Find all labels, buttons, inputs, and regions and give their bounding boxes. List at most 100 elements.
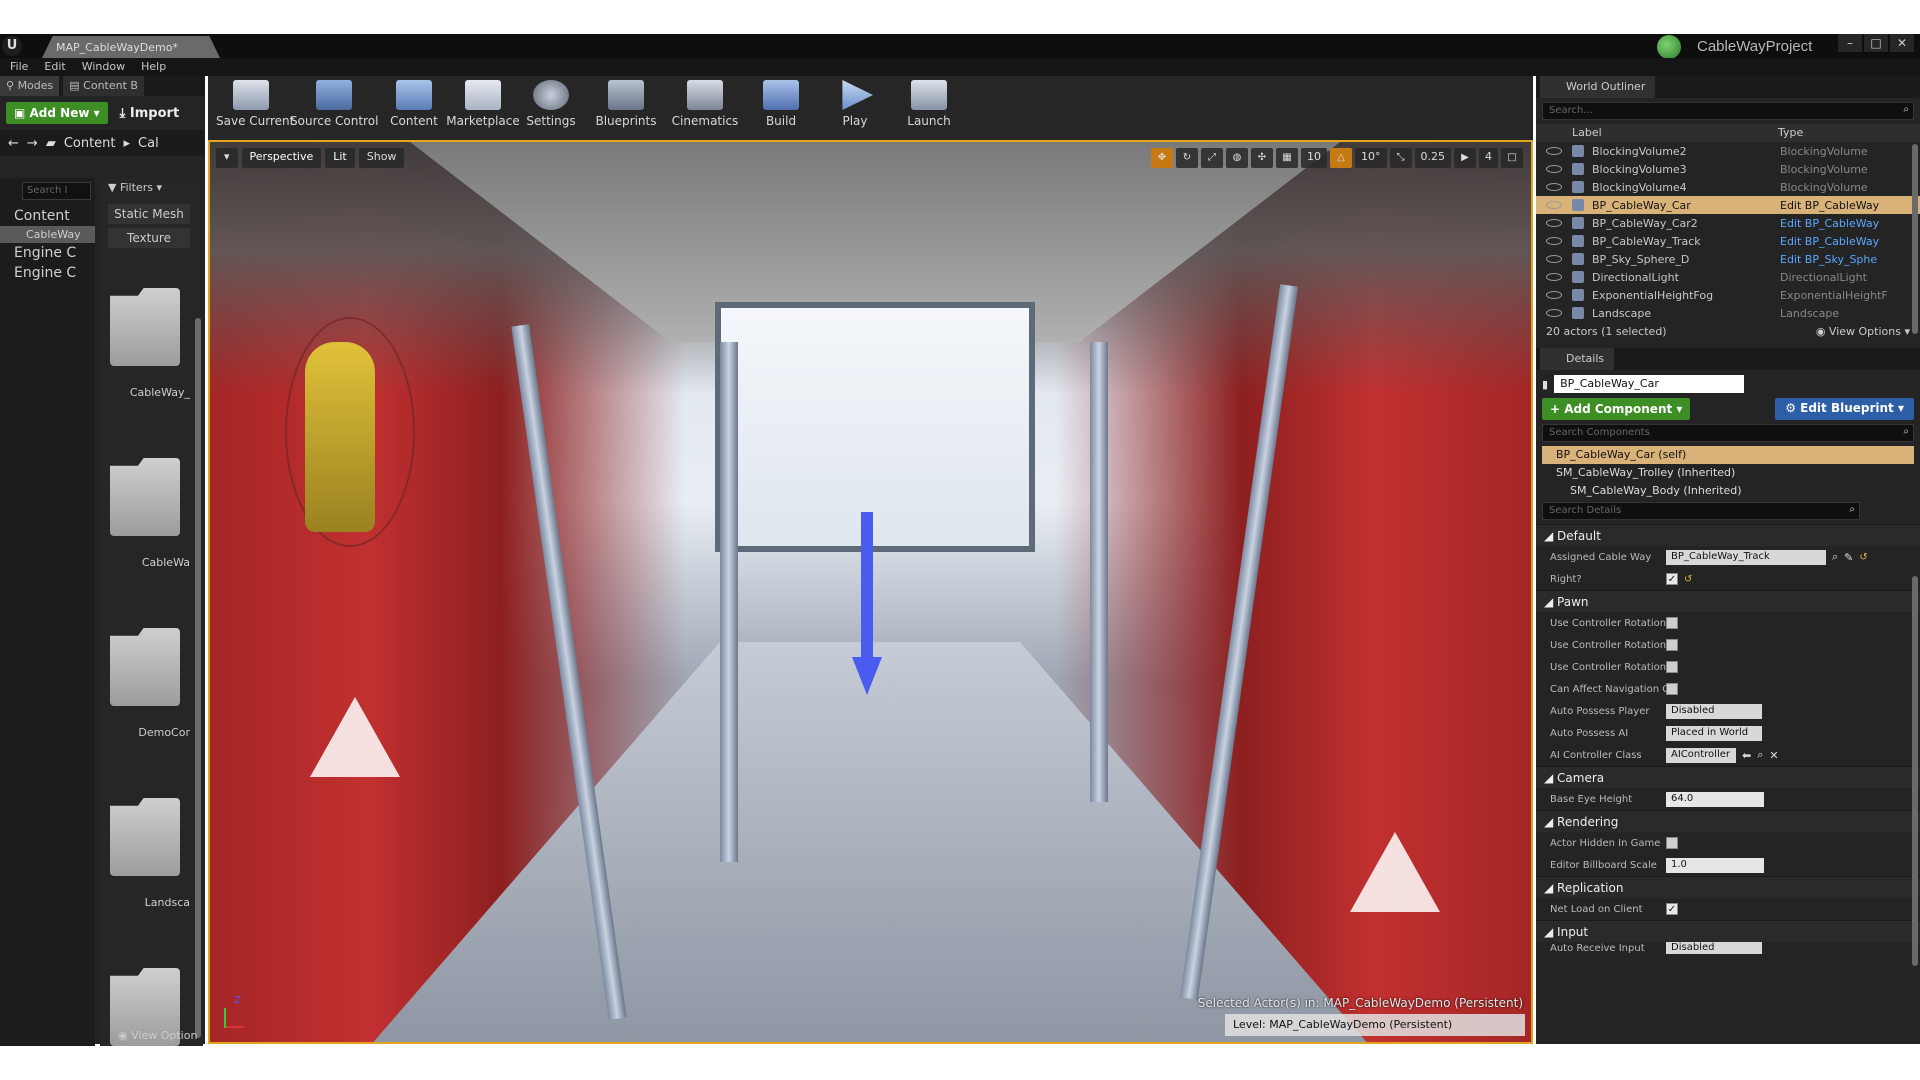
actor-name-input[interactable]: BP_CableWay_Car xyxy=(1554,375,1745,393)
outliner-row[interactable]: BP_Sky_Sphere_D Edit BP_Sky_Sphe xyxy=(1536,250,1920,268)
use-selected-icon[interactable]: ⬅ xyxy=(1742,749,1751,762)
lit-button[interactable]: Lit xyxy=(325,148,355,168)
outliner-row[interactable]: BlockingVolume4 BlockingVolume xyxy=(1536,178,1920,196)
net-load-checkbox[interactable]: ✓ xyxy=(1666,903,1678,915)
visibility-eye-icon[interactable] xyxy=(1546,255,1562,263)
category-replication[interactable]: ◢ Replication xyxy=(1536,876,1920,898)
assigned-cable-way-dropdown[interactable]: BP_CableWay_Track xyxy=(1666,549,1826,565)
forward-arrow-icon[interactable]: → xyxy=(27,136,38,151)
back-arrow-icon[interactable]: ← xyxy=(8,136,19,151)
visibility-eye-icon[interactable] xyxy=(1546,219,1562,227)
add-new-button[interactable]: ▣ Add New ▾ xyxy=(6,102,108,124)
edit-blueprint-button[interactable]: ⚙ Edit Blueprint ▾ xyxy=(1775,398,1914,420)
map-document-tab[interactable]: MAP_CableWayDemo* xyxy=(42,36,220,58)
category-default[interactable]: ◢ Default xyxy=(1536,524,1920,546)
eyedropper-icon[interactable]: ✎ xyxy=(1844,551,1853,564)
maximize-viewport-icon[interactable]: □ xyxy=(1501,148,1523,168)
marketplace-button[interactable]: Marketplace xyxy=(446,80,520,128)
asset-scrollbar[interactable] xyxy=(195,318,201,1038)
outliner-scrollbar[interactable] xyxy=(1912,144,1918,334)
filter-chip-texture[interactable]: Texture xyxy=(108,228,190,248)
search-components-input[interactable]: Search Components ⌕ xyxy=(1542,424,1914,442)
viewport-menu-button[interactable]: ▾ xyxy=(216,148,238,168)
blueprints-button[interactable]: Blueprints xyxy=(588,80,664,128)
visibility-eye-icon[interactable] xyxy=(1546,165,1562,173)
tab-world-outliner[interactable]: World Outliner xyxy=(1540,76,1656,98)
tree-item-engine-cpp[interactable]: Engine C xyxy=(0,263,95,283)
category-rendering[interactable]: ◢ Rendering xyxy=(1536,810,1920,832)
minimize-button[interactable]: – xyxy=(1838,34,1862,52)
edit-blueprint-link[interactable]: Edit BP_Sky_Sphe xyxy=(1780,253,1877,266)
filter-chip-static-mesh[interactable]: Static Mesh xyxy=(108,204,190,224)
level-viewport[interactable]: ▾ Perspective Lit Show ✥ ↻ ⤢ ◍ ✣ ▦ 10 △ … xyxy=(208,140,1533,1044)
scale-snap-value[interactable]: 0.25 xyxy=(1414,148,1451,168)
outliner-row[interactable]: ExponentialHeightFog ExponentialHeightF xyxy=(1536,286,1920,304)
component-trolley[interactable]: SM_CableWay_Trolley (Inherited) xyxy=(1536,464,1920,482)
outliner-row[interactable]: BP_CableWay_Car2 Edit BP_CableWay xyxy=(1536,214,1920,232)
tab-details[interactable]: Details xyxy=(1540,348,1615,370)
outliner-row[interactable]: BlockingVolume2 BlockingVolume xyxy=(1536,142,1920,160)
menu-help[interactable]: Help xyxy=(141,58,166,76)
visibility-eye-icon[interactable] xyxy=(1546,273,1562,281)
component-body[interactable]: SM_CableWay_Body (Inherited) xyxy=(1536,482,1920,500)
rotation-snap-value[interactable]: 10° xyxy=(1355,148,1387,168)
launch-button[interactable]: Launch xyxy=(896,80,962,128)
visibility-eye-icon[interactable] xyxy=(1546,183,1562,191)
tree-item-content[interactable]: Content xyxy=(0,206,95,226)
maximize-button[interactable]: □ xyxy=(1864,34,1888,52)
ai-controller-dropdown[interactable]: AIController xyxy=(1666,747,1736,763)
ucr-yaw-checkbox[interactable] xyxy=(1666,639,1678,651)
outliner-row[interactable]: BlockingVolume3 BlockingVolume xyxy=(1536,160,1920,178)
auto-possess-player-dropdown[interactable]: Disabled xyxy=(1666,703,1762,719)
billboard-scale-input[interactable]: 1.0 xyxy=(1666,857,1764,873)
column-type[interactable]: Type xyxy=(1778,126,1803,142)
character-mesh[interactable] xyxy=(305,342,375,532)
category-camera[interactable]: ◢ Camera xyxy=(1536,766,1920,788)
asset-view-options[interactable]: ◉ View Option xyxy=(118,1029,197,1042)
scale-icon[interactable]: ⤢ xyxy=(1201,148,1223,168)
can-affect-nav-checkbox[interactable] xyxy=(1666,683,1678,695)
edit-blueprint-link[interactable]: Edit BP_CableWay xyxy=(1780,199,1879,212)
asset-tile[interactable] xyxy=(110,968,182,1058)
grid-snap-icon[interactable]: ▦ xyxy=(1276,148,1298,168)
folder-search-input[interactable]: Search I xyxy=(22,182,91,200)
visibility-eye-icon[interactable] xyxy=(1546,147,1562,155)
add-component-button[interactable]: + Add Component ▾ xyxy=(1542,398,1691,420)
breadcrumb-content[interactable]: Content xyxy=(64,136,116,151)
move-gizmo-z-arrow[interactable] xyxy=(861,512,873,662)
cinematics-button[interactable]: Cinematics xyxy=(664,80,746,128)
settings-button[interactable]: Settings xyxy=(516,80,586,128)
grid-snap-value[interactable]: 10 xyxy=(1301,148,1327,168)
column-label[interactable]: Label xyxy=(1536,126,1778,142)
outliner-view-options[interactable]: ◉ View Options ▾ xyxy=(1816,325,1910,339)
search-details-input[interactable]: Search Details ⌕ xyxy=(1542,502,1860,520)
category-pawn[interactable]: ◢ Pawn xyxy=(1536,590,1920,612)
visibility-eye-icon[interactable] xyxy=(1546,309,1562,317)
translate-icon[interactable]: ✥ xyxy=(1151,148,1173,168)
clear-icon[interactable]: ✕ xyxy=(1769,749,1778,762)
outliner-row[interactable]: BP_CableWay_Track Edit BP_CableWay xyxy=(1536,232,1920,250)
play-button[interactable]: Play xyxy=(822,80,888,128)
edit-blueprint-link[interactable]: Edit BP_CableWay xyxy=(1780,217,1879,230)
menu-file[interactable]: File xyxy=(10,58,28,76)
auto-receive-input-dropdown[interactable]: Disabled xyxy=(1666,942,1762,954)
asset-tile[interactable] xyxy=(110,458,182,548)
visibility-eye-icon[interactable] xyxy=(1546,291,1562,299)
rotate-icon[interactable]: ↻ xyxy=(1176,148,1198,168)
camera-speed-icon[interactable]: ▶ xyxy=(1454,148,1476,168)
visibility-eye-icon[interactable] xyxy=(1546,237,1562,245)
browse-icon[interactable]: ⌕ xyxy=(1832,550,1838,564)
actor-hidden-checkbox[interactable] xyxy=(1666,837,1678,849)
auto-possess-ai-dropdown[interactable]: Placed in World xyxy=(1666,725,1762,741)
right-checkbox[interactable]: ✓ xyxy=(1666,573,1678,585)
ucr-roll-checkbox[interactable] xyxy=(1666,661,1678,673)
show-button[interactable]: Show xyxy=(358,148,405,168)
base-eye-height-input[interactable]: 64.0 xyxy=(1666,791,1764,807)
edit-blueprint-link[interactable]: Edit BP_CableWay xyxy=(1780,235,1879,248)
reset-icon[interactable]: ↺ xyxy=(1859,552,1867,563)
rotation-snap-icon[interactable]: △ xyxy=(1330,148,1352,168)
close-button[interactable]: ✕ xyxy=(1890,34,1914,52)
asset-tile[interactable] xyxy=(110,798,182,888)
menu-edit[interactable]: Edit xyxy=(44,58,65,76)
visibility-eye-icon[interactable] xyxy=(1546,201,1562,209)
